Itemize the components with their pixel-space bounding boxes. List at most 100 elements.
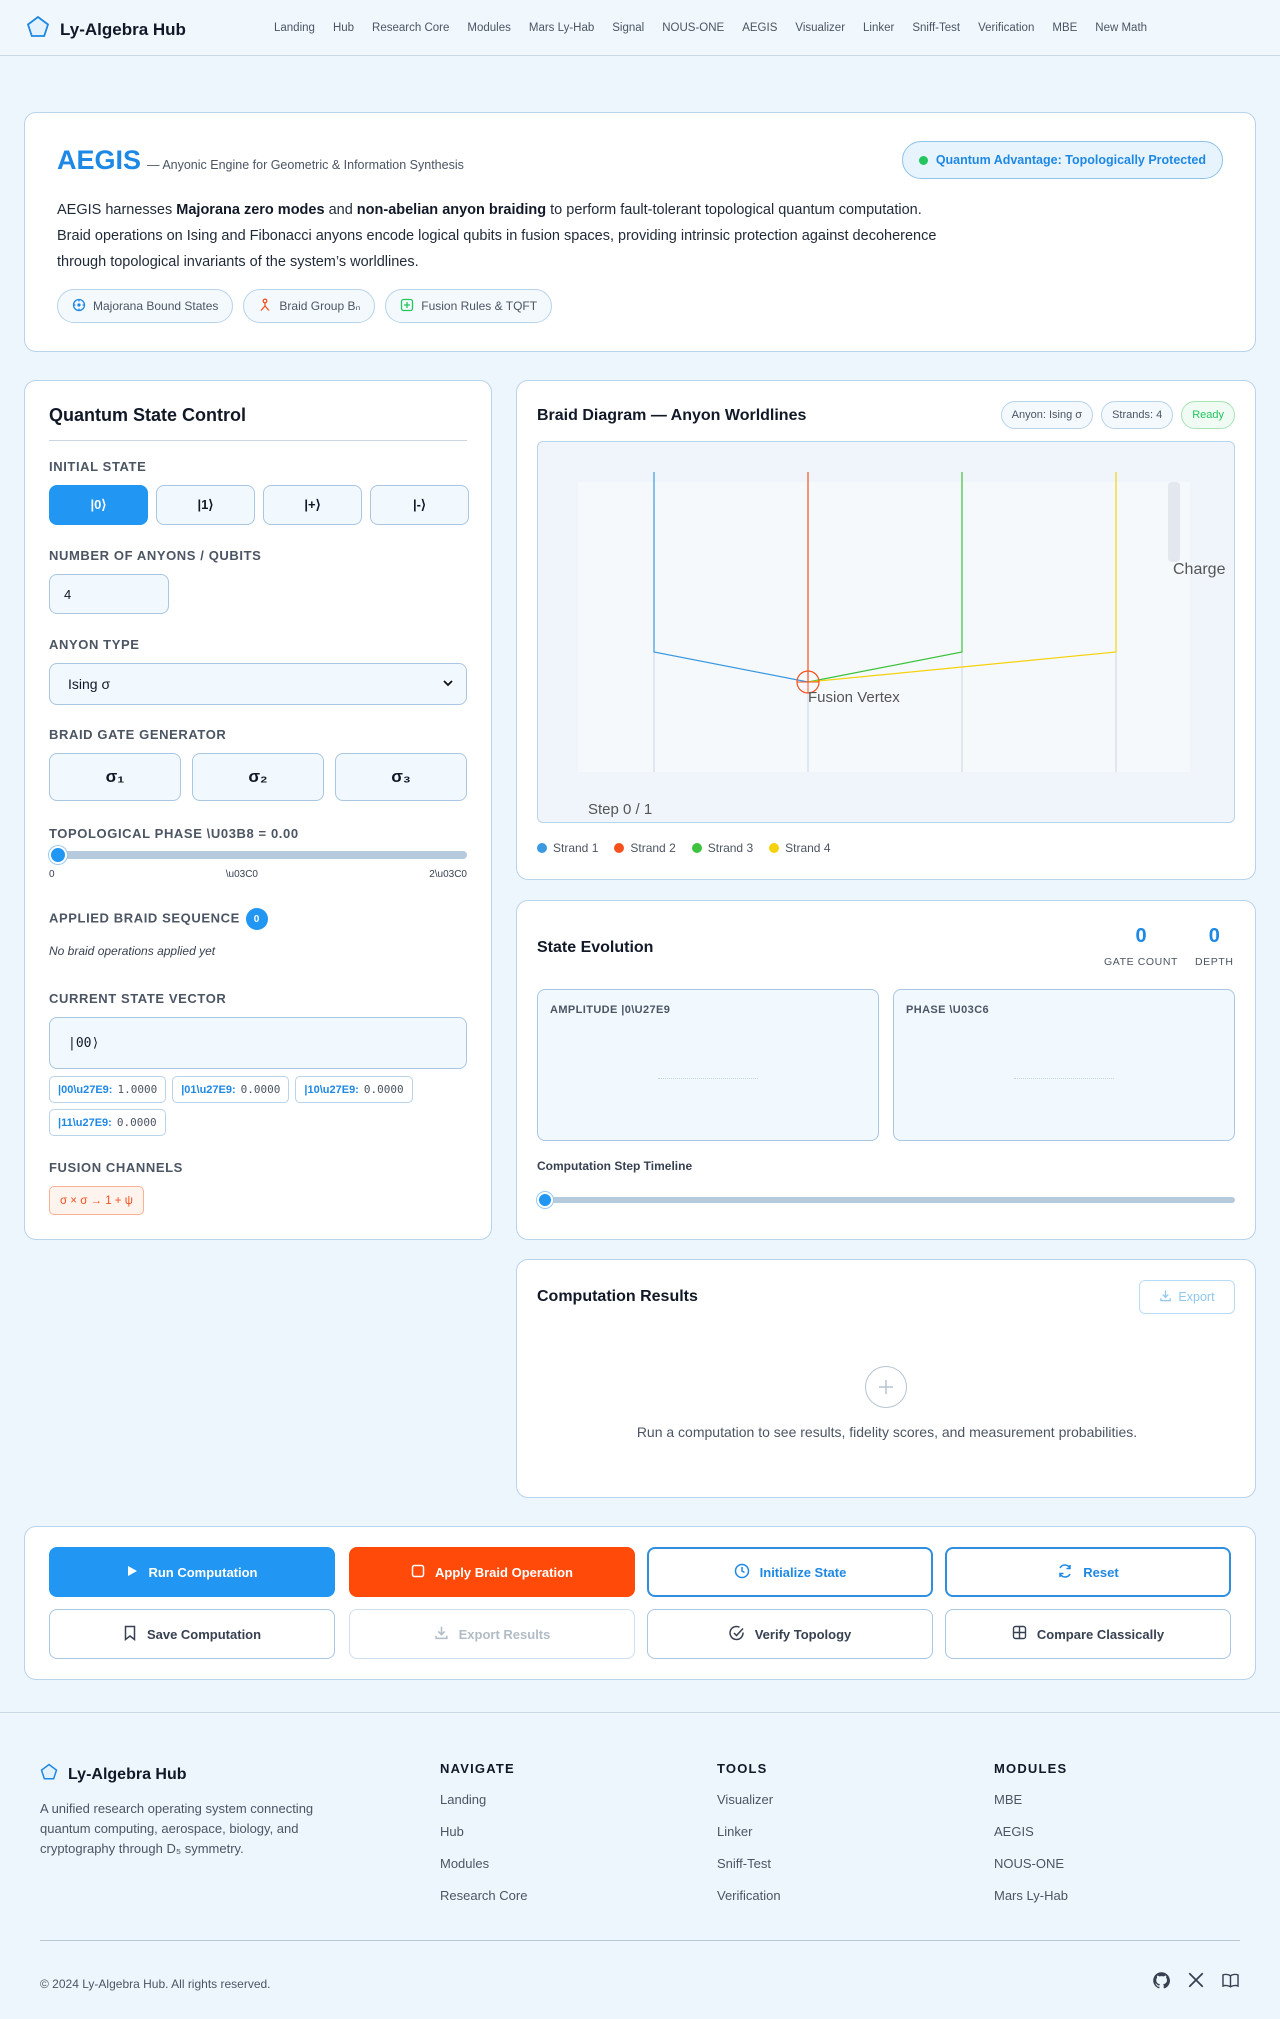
- state-button-plus[interactable]: |+⟩: [263, 485, 362, 525]
- initialize-state-button[interactable]: Initialize State: [647, 1547, 933, 1597]
- footer-link-sniff-test[interactable]: Sniff-Test: [717, 1854, 781, 1886]
- amplitude-plot: AMPLITUDE |0\U27E9: [537, 989, 879, 1141]
- save-computation-button[interactable]: Save Computation: [49, 1609, 335, 1659]
- footer-link-aegis[interactable]: AEGIS: [994, 1822, 1068, 1854]
- nav-link-visualizer[interactable]: Visualizer: [795, 22, 845, 34]
- slider-handle[interactable]: [49, 846, 67, 864]
- nav-link-signal[interactable]: Signal: [612, 22, 644, 34]
- strand-legend: Strand 1 Strand 2 Strand 3 Strand 4: [537, 841, 831, 855]
- button-label: Apply Braid Operation: [435, 1564, 573, 1580]
- quantum-advantage-badge: Quantum Advantage: Topologically Protect…: [901, 141, 1223, 179]
- footer-link-mbe[interactable]: MBE: [994, 1790, 1068, 1822]
- apply-braid-button[interactable]: Apply Braid Operation: [349, 1547, 635, 1597]
- state-button-minus[interactable]: |-⟩: [370, 485, 469, 525]
- pill-majorana[interactable]: Majorana Bound States: [57, 289, 234, 323]
- export-results-button[interactable]: Export Results: [349, 1609, 635, 1659]
- pill-braid-group[interactable]: Braid Group Bₙ: [243, 289, 376, 323]
- hero-desc-text: AEGIS harnesses: [57, 202, 177, 218]
- slider-handle[interactable]: [537, 1192, 553, 1208]
- amplitude-chip: |11\u27E9: 0.0000: [49, 1109, 166, 1136]
- nav-link-sniff-test[interactable]: Sniff-Test: [912, 22, 960, 34]
- grid-icon: [1012, 1625, 1027, 1643]
- footer-link-research-core[interactable]: Research Core: [440, 1886, 527, 1918]
- pentagon-logo-icon: [26, 15, 50, 44]
- gate-sigma-1-button[interactable]: σ₁: [49, 753, 181, 801]
- social-links: [1152, 1971, 1240, 1995]
- panel-title: State Evolution: [537, 939, 654, 956]
- step-timeline-slider[interactable]: [537, 1192, 1235, 1208]
- nav-link-linker[interactable]: Linker: [863, 22, 894, 34]
- applied-braid-sequence-label: APPLIED BRAID SEQUENCE 0: [49, 908, 268, 930]
- footer-link-mars-ly-hab[interactable]: Mars Ly-Hab: [994, 1886, 1068, 1918]
- compare-classically-button[interactable]: Compare Classically: [945, 1609, 1231, 1659]
- timeline-label: Computation Step Timeline: [537, 1159, 693, 1173]
- nav-links: Landing Hub Research Core Modules Mars L…: [274, 0, 1165, 56]
- run-computation-button[interactable]: Run Computation: [49, 1547, 335, 1597]
- footer-link-hub[interactable]: Hub: [440, 1822, 527, 1854]
- braid-canvas[interactable]: Fusion Vertex Charge Step 0 / 1: [537, 441, 1235, 823]
- reset-button[interactable]: Reset: [945, 1547, 1231, 1597]
- copyright: © 2024 Ly-Algebra Hub. All rights reserv…: [40, 1977, 271, 1991]
- footer-modules-column: MODULES MBE AEGIS NOUS-ONE Mars Ly-Hab: [994, 1761, 1068, 1918]
- tick-label: \u03C0: [225, 869, 258, 880]
- initial-state-buttons: |0⟩ |1⟩ |+⟩ |-⟩: [49, 485, 469, 525]
- plot-baseline: [658, 1078, 758, 1079]
- pill-fusion-rules[interactable]: Fusion Rules & TQFT: [385, 289, 553, 323]
- plus-square-icon: [400, 298, 414, 315]
- footer-brand[interactable]: Ly-Algebra Hub: [40, 1763, 187, 1786]
- footer-divider: [40, 1940, 1240, 1941]
- charge-label: Charge: [1173, 561, 1226, 578]
- footer-link-verification[interactable]: Verification: [717, 1886, 781, 1918]
- nav-link-landing[interactable]: Landing: [274, 22, 315, 34]
- export-button[interactable]: Export: [1139, 1280, 1235, 1314]
- book-icon[interactable]: [1221, 1971, 1240, 1995]
- square-icon: [411, 1564, 425, 1581]
- hero-desc-bold: Majorana zero modes: [176, 202, 325, 218]
- state-button-1[interactable]: |1⟩: [156, 485, 255, 525]
- nav-link-new-math[interactable]: New Math: [1095, 22, 1147, 34]
- download-icon: [434, 1625, 449, 1643]
- github-icon[interactable]: [1152, 1971, 1171, 1995]
- verify-topology-button[interactable]: Verify Topology: [647, 1609, 933, 1659]
- nav-link-nous-one[interactable]: NOUS-ONE: [662, 22, 724, 34]
- depth-stat: 0 DEPTH: [1195, 925, 1234, 968]
- braid-icon: [258, 298, 272, 315]
- gate-sigma-3-button[interactable]: σ₃: [335, 753, 467, 801]
- topological-phase-slider[interactable]: [49, 846, 467, 864]
- tick-label: 0: [49, 869, 55, 880]
- nav-link-research-core[interactable]: Research Core: [372, 22, 449, 34]
- x-twitter-icon[interactable]: [1187, 1971, 1205, 1995]
- badge-label: Quantum Advantage: Topologically Protect…: [935, 153, 1206, 167]
- amp-key: |11\u27E9:: [58, 1116, 112, 1129]
- anyon-type-select[interactable]: Ising σ: [49, 663, 467, 705]
- footer-link-linker[interactable]: Linker: [717, 1822, 781, 1854]
- gate-count-label: GATE COUNT: [1104, 956, 1179, 968]
- state-button-0[interactable]: |0⟩: [49, 485, 148, 525]
- braid-diagram-panel: Braid Diagram — Anyon Worldlines Anyon: …: [516, 380, 1256, 880]
- gate-sigma-2-button[interactable]: σ₂: [192, 753, 324, 801]
- check-circle-icon: [729, 1625, 745, 1644]
- footer-link-landing[interactable]: Landing: [440, 1790, 527, 1822]
- num-anyons-input[interactable]: 4: [49, 574, 169, 614]
- legend-label: Strand 4: [785, 841, 831, 855]
- legend-swatch: [691, 843, 702, 853]
- footer-link-modules[interactable]: Modules: [440, 1854, 527, 1886]
- plot-baseline: [1014, 1078, 1114, 1079]
- brand[interactable]: Ly-Algebra Hub: [26, 15, 186, 44]
- plot-title: PHASE \U03C6: [906, 1004, 990, 1016]
- braid-badges: Anyon: Ising σ Strands: 4 Ready: [1000, 401, 1235, 429]
- footer-link-visualizer[interactable]: Visualizer: [717, 1790, 781, 1822]
- footer-link-nous-one[interactable]: NOUS-ONE: [994, 1854, 1068, 1886]
- strands-badge: Strands: 4: [1101, 401, 1174, 429]
- legend-item: Strand 1: [537, 841, 598, 855]
- hero-desc-bold: non-abelian anyon braiding: [356, 202, 547, 218]
- nav-link-mbe[interactable]: MBE: [1052, 22, 1077, 34]
- depth-label: DEPTH: [1195, 956, 1234, 968]
- step-label: Step 0 / 1: [588, 801, 652, 818]
- nav-link-verification[interactable]: Verification: [978, 22, 1034, 34]
- nav-link-aegis[interactable]: AEGIS: [742, 22, 777, 34]
- nav-link-modules[interactable]: Modules: [467, 22, 510, 34]
- nav-link-hub[interactable]: Hub: [333, 22, 354, 34]
- nav-link-mars-ly-hab[interactable]: Mars Ly-Hab: [529, 22, 594, 34]
- footer-brand-name: Ly-Algebra Hub: [68, 1765, 187, 1783]
